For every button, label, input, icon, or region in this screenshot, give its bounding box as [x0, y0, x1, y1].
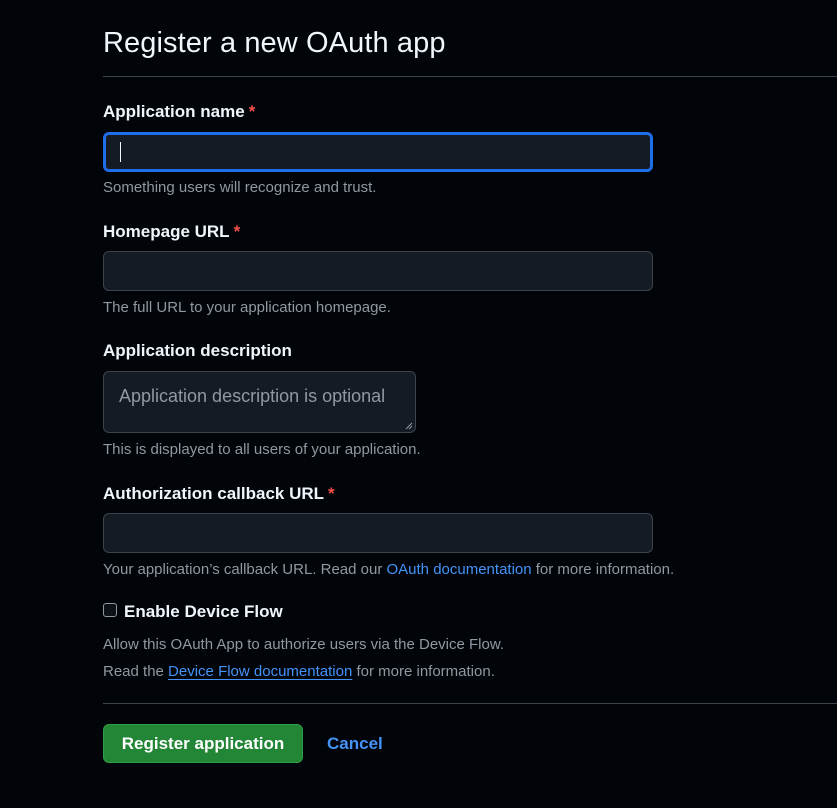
app-name-label: Application name * — [103, 102, 255, 122]
callback-help-suffix: for more information. — [531, 561, 675, 578]
description-textarea[interactable]: Application description is optional — [103, 371, 416, 433]
description-help: This is displayed to all users of your a… — [103, 441, 421, 458]
page-title: Register a new OAuth app — [103, 27, 446, 59]
required-asterisk: * — [248, 102, 256, 121]
homepage-url-help: The full URL to your application homepag… — [103, 299, 391, 316]
required-asterisk: * — [233, 222, 241, 241]
device-flow-help-prefix: Read the — [103, 663, 169, 680]
app-name-input[interactable] — [103, 132, 653, 172]
callback-url-label: Authorization callback URL * — [103, 484, 335, 504]
required-asterisk: * — [328, 484, 335, 503]
device-flow-help-line2: Read the Device Flow documentation for m… — [103, 663, 495, 680]
cancel-button[interactable]: Cancel — [327, 734, 383, 754]
register-oauth-app-page: Register a new OAuth app Application nam… — [0, 0, 837, 808]
resize-handle-icon[interactable] — [405, 422, 413, 430]
device-flow-documentation-link[interactable]: Device Flow documentation — [168, 663, 352, 680]
register-application-button[interactable]: Register application — [103, 724, 303, 763]
callback-url-help: Your application’s callback URL. Read ou… — [103, 561, 674, 578]
title-divider — [103, 76, 837, 77]
homepage-url-label-text: Homepage URL — [103, 222, 230, 241]
actions-divider — [103, 703, 837, 704]
callback-url-label-text: Authorization callback URL — [103, 484, 325, 503]
enable-device-flow-label[interactable]: Enable Device Flow — [124, 602, 283, 622]
app-name-label-text: Application name — [103, 102, 245, 121]
app-name-help: Something users will recognize and trust… — [103, 179, 377, 196]
text-caret — [120, 142, 121, 162]
homepage-url-label: Homepage URL * — [103, 222, 240, 242]
device-flow-help-suffix: for more information. — [352, 663, 495, 680]
callback-help-prefix: Your application’s callback URL. Read ou… — [103, 561, 387, 578]
description-label: Application description — [103, 341, 292, 360]
homepage-url-input[interactable] — [103, 251, 653, 291]
description-placeholder: Application description is optional — [119, 386, 386, 406]
oauth-documentation-link[interactable]: OAuth documentation — [387, 561, 532, 578]
enable-device-flow-checkbox[interactable] — [103, 603, 117, 617]
callback-url-input[interactable] — [103, 513, 653, 553]
device-flow-help-line1: Allow this OAuth App to authorize users … — [103, 636, 505, 653]
